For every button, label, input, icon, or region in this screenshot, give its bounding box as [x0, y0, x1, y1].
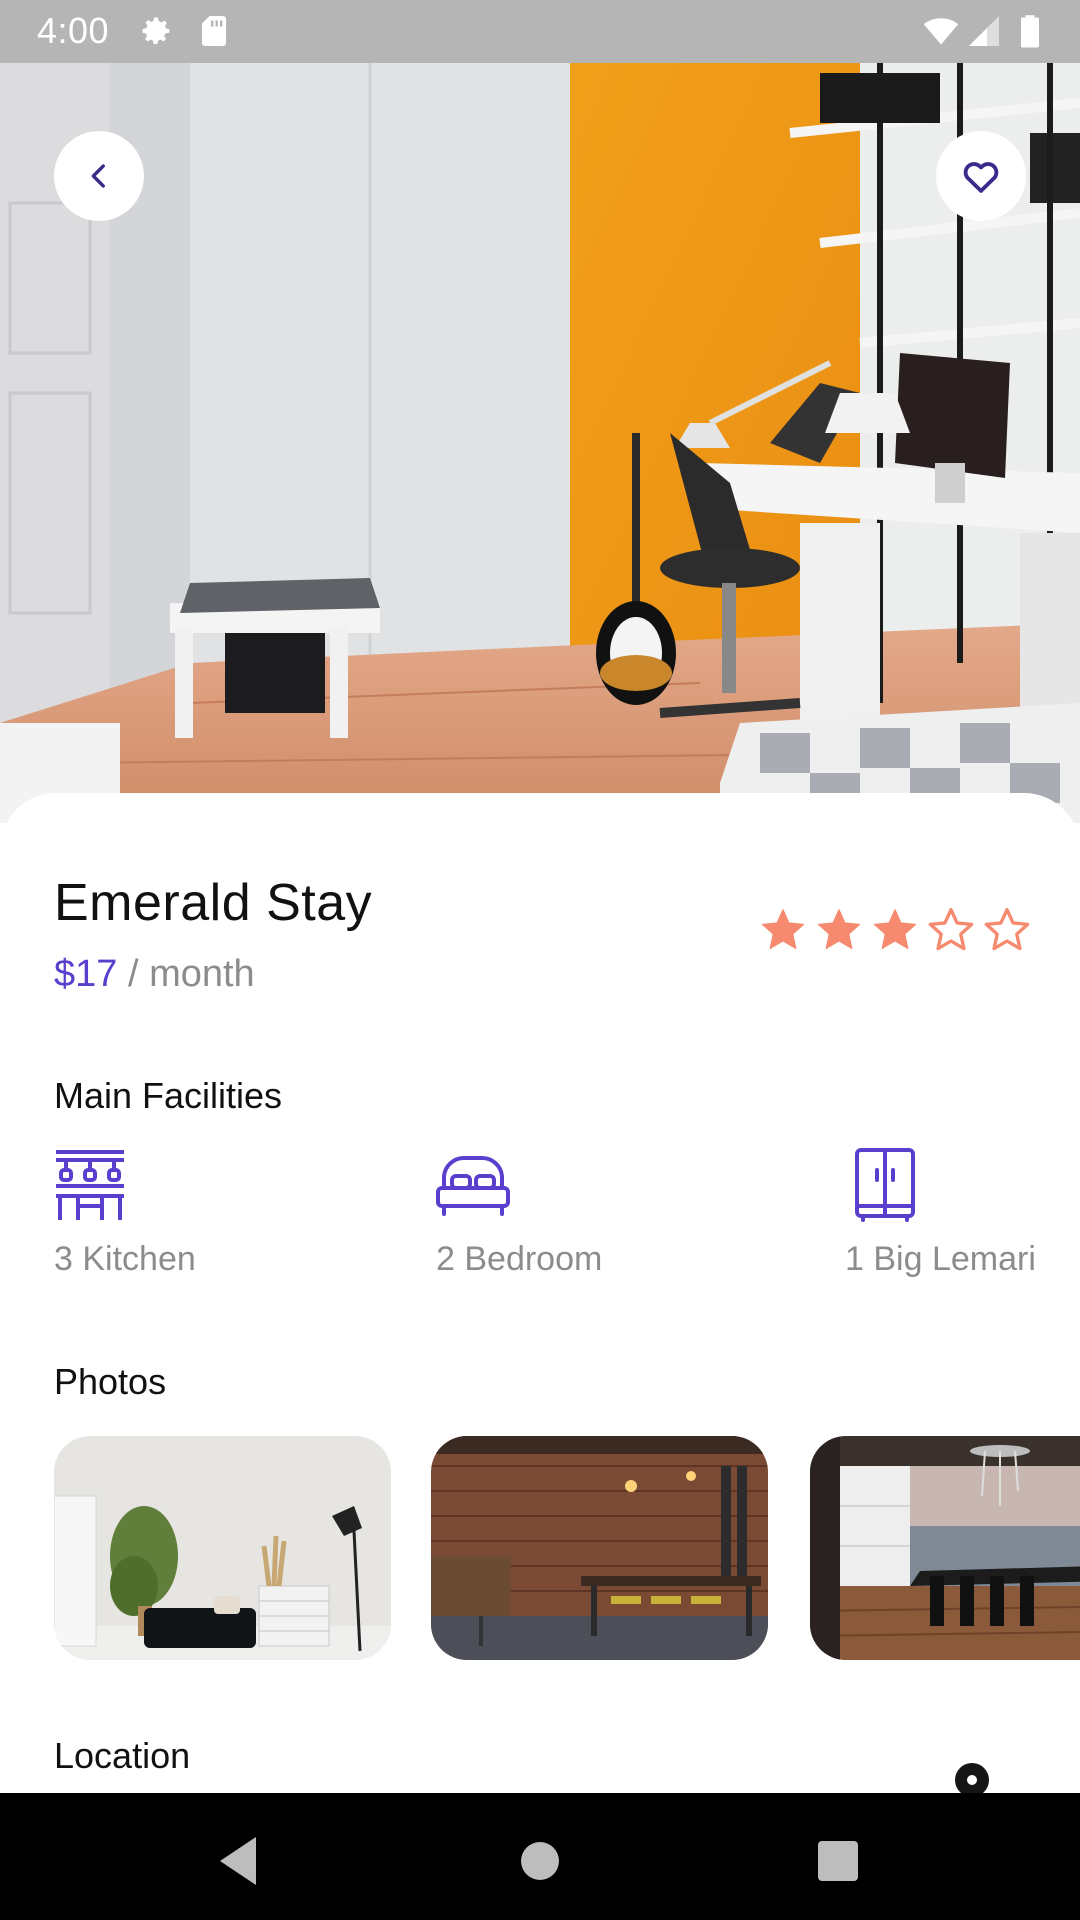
facility-label: 2 Bedroom: [436, 1240, 603, 1278]
kitchen-icon: [56, 1150, 124, 1220]
system-nav-bar: [0, 1793, 1080, 1920]
facility-kitchen: 3 Kitchen: [54, 1148, 196, 1279]
facility-bedroom: 2 Bedroom: [436, 1148, 602, 1279]
gear-icon: [142, 17, 170, 45]
nav-recents-icon[interactable]: [808, 1831, 868, 1891]
photos-heading: Photos: [54, 1361, 167, 1402]
room-with-orange-wall-photo: [0, 63, 1080, 823]
nav-home-icon[interactable]: [510, 1831, 570, 1891]
status-bar: 4:00: [0, 0, 1080, 63]
facilities-heading: Main Facilities: [54, 1075, 283, 1116]
back-button[interactable]: [54, 131, 144, 221]
nav-back-icon[interactable]: [208, 1831, 268, 1891]
star-outline-icon: [984, 907, 1030, 951]
listing-detail-sheet: Emerald Stay $17 / month Main Facilities: [0, 793, 1080, 1793]
battery-icon: [1021, 15, 1039, 48]
map-pin-icon[interactable]: [955, 1763, 989, 1793]
star-filled-icon: [761, 909, 805, 950]
facility-label: 3 Kitchen: [54, 1240, 196, 1278]
bed-icon: [436, 1155, 510, 1216]
rating-stars: [758, 905, 1032, 955]
heart-outline-icon: [963, 162, 999, 193]
chevron-left-icon: [91, 164, 105, 188]
photo-thumbnail[interactable]: [810, 1436, 1080, 1660]
sd-card-icon: [202, 16, 226, 46]
photo-thumbnail[interactable]: [431, 1436, 768, 1660]
seaside-dining-room-photo: [810, 1436, 1080, 1660]
status-time: 4:00: [37, 10, 110, 51]
photo-thumbnail[interactable]: [54, 1436, 391, 1660]
price-amount: $17: [54, 953, 118, 995]
star-filled-icon: [873, 909, 917, 950]
favorite-button[interactable]: [936, 131, 1026, 221]
facility-label: 1 Big Lemari: [845, 1240, 1036, 1278]
star-outline-icon: [928, 907, 974, 951]
listing-title: Emerald Stay: [54, 874, 373, 932]
wardrobe-icon: [855, 1148, 915, 1222]
brick-dining-room-photo: [431, 1436, 768, 1660]
price-line: $17 / month: [54, 953, 255, 996]
star-filled-icon: [817, 909, 861, 950]
facility-wardrobe: 1 Big Lemari: [845, 1148, 1036, 1279]
wifi-icon: [923, 18, 959, 45]
location-heading: Location: [54, 1735, 191, 1776]
hero-image: [0, 63, 1080, 823]
living-room-photo: [54, 1436, 391, 1660]
price-suffix: / month: [117, 953, 255, 995]
signal-icon: [969, 16, 999, 46]
